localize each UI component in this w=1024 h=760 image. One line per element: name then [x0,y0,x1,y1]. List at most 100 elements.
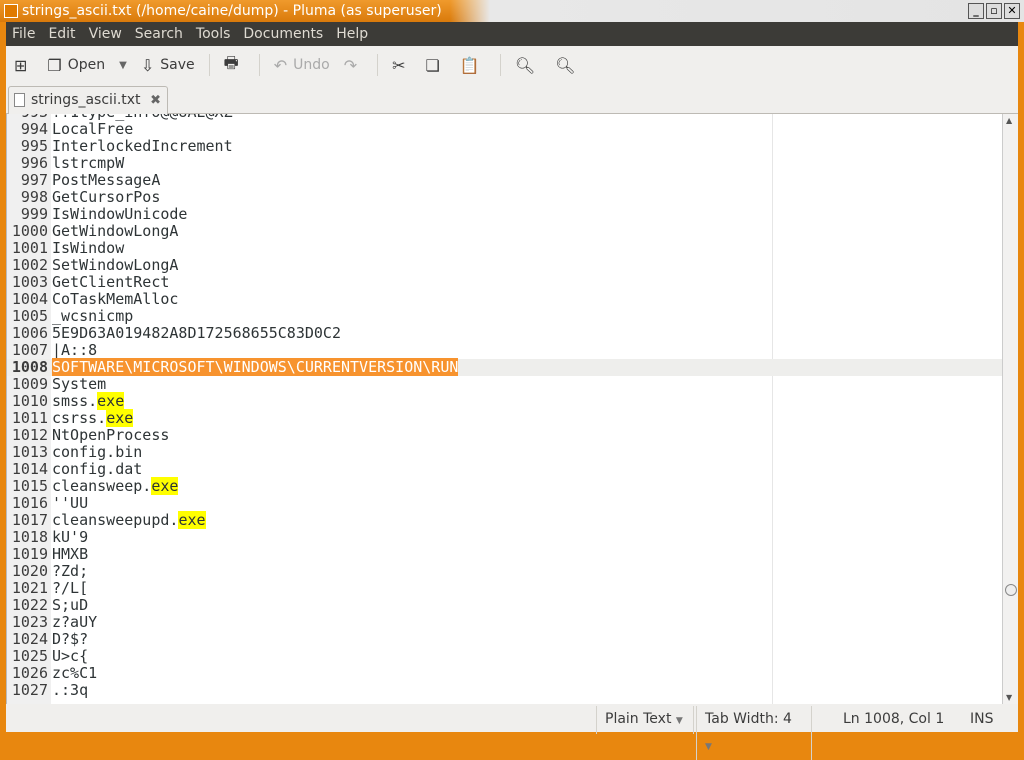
editor-line[interactable]: 1007 |A::8 [7,342,1002,359]
editor-line[interactable]: 1016 ''UU [7,495,1002,512]
text-span: S;uD [52,596,89,614]
line-number: 1008 [11,358,48,376]
editor-line[interactable]: 1006 5E9D63A019482A8D172568655C83D0C2 [7,325,1002,342]
editor-line[interactable]: 998 GetCursorPos [7,189,1002,206]
tab-close-icon[interactable]: ✖ [150,87,161,114]
editor-line[interactable]: 1023 z?aUY [7,614,1002,631]
line-text: config.dat [51,461,142,478]
editor-line[interactable]: 1008 SOFTWARE\MICROSOFT\WINDOWS\CURRENTVE… [7,358,1002,376]
line-number: 1024 [11,630,48,648]
editor-line[interactable]: 1005 _wcsnicmp [7,308,1002,325]
scrollbar-thumb[interactable] [1005,584,1017,596]
save-button[interactable]: ⇩ Save [141,56,195,75]
find-replace-button[interactable]: 🔍︎ [555,56,581,75]
menu-edit[interactable]: Edit [48,22,75,46]
text-span: lstrcmpW [52,154,125,172]
text-span: HMXB [52,545,89,563]
menu-view[interactable]: View [89,22,122,46]
editor-line[interactable]: 1017 cleansweepupd.exe [7,511,1002,529]
editor-line[interactable]: 1021 ?/L[ [7,580,1002,597]
line-number: 1010 [11,392,48,410]
language-selector[interactable]: Plain Text ▼ [596,706,694,734]
copy-button[interactable]: ❏ [426,56,446,75]
menu-documents[interactable]: Documents [243,22,323,46]
line-number: 1009 [11,375,48,393]
line-text: GetWindowLongA [51,223,178,240]
editor-line[interactable]: 1003 GetClientRect [7,274,1002,291]
menu-search[interactable]: Search [135,22,183,46]
line-text: ?Zd; [51,563,88,580]
editor-line[interactable]: 1012 NtOpenProcess [7,427,1002,444]
paste-button[interactable]: 📋 [460,56,486,75]
maximize-button[interactable]: ▫ [986,3,1002,19]
menu-tools[interactable]: Tools [196,22,231,46]
text-span: z?aUY [52,613,98,631]
line-text: LocalFree [51,121,133,138]
text-span: config.bin [52,443,143,461]
editor-line[interactable]: 995 InterlockedIncrement [7,138,1002,155]
editor-line[interactable]: 997 PostMessageA [7,172,1002,189]
editor-line[interactable]: 1018 kU'9 [7,529,1002,546]
editor-line[interactable]: 1026 zc%C1 [7,665,1002,682]
menu-file[interactable]: File [12,22,35,46]
undo-button[interactable]: ↶ Undo [274,56,330,75]
text-span: NtOpenProcess [52,426,170,444]
line-text: ''UU [51,495,88,512]
editor-line[interactable]: 994 LocalFree [7,121,1002,138]
line-text: cleansweep.exe [51,477,179,495]
new-button[interactable]: ⊞ [14,56,33,75]
editor-line[interactable]: 1009 System [7,376,1002,393]
text-span: kU'9 [52,528,89,546]
editor-line[interactable]: 1014 config.dat [7,461,1002,478]
editor-line[interactable]: 1015 cleansweep.exe [7,477,1002,495]
title-bar: strings_ascii.txt (/home/caine/dump) - P… [0,0,1024,22]
line-text: cleansweepupd.exe [51,511,206,529]
tab-width-selector[interactable]: Tab Width: 4 ▼ [696,706,812,760]
editor-line[interactable]: 1000 GetWindowLongA [7,223,1002,240]
text-span: _wcsnicmp [52,307,134,325]
search-match: exe [106,409,134,427]
scroll-down-icon[interactable]: ▼ [1006,693,1012,702]
line-text: 5E9D63A019482A8D172568655C83D0C2 [51,325,341,342]
open-button[interactable]: ❐ Open [47,56,105,75]
open-recent-dropdown[interactable]: ▼ [119,60,127,71]
editor-line[interactable]: 1019 HMXB [7,546,1002,563]
line-number: 1001 [11,239,48,257]
vertical-scrollbar[interactable]: ▲ ▼ [1002,114,1018,704]
cut-button[interactable]: ✂ [392,56,411,75]
tab-strings-ascii[interactable]: strings_ascii.txt ✖ [8,86,168,115]
text-editor[interactable]: 993??1type_info@@UAE@XZ994LocalFree995In… [6,114,1002,704]
editor-line[interactable]: 1002 SetWindowLongA [7,257,1002,274]
scroll-up-icon[interactable]: ▲ [1006,116,1012,125]
editor-line[interactable]: 1011 csrss.exe [7,409,1002,427]
text-span: ''UU [52,494,89,512]
line-number: 995 [20,137,48,155]
line-text: ?/L[ [51,580,88,597]
editor-line[interactable]: 999 IsWindowUnicode [7,206,1002,223]
editor-line[interactable]: 1004 CoTaskMemAlloc [7,291,1002,308]
new-document-icon: ⊞ [14,55,28,75]
redo-button[interactable]: ↷ [344,56,363,75]
editor-line[interactable]: 1025 U>c{ [7,648,1002,665]
line-number: 1018 [11,528,48,546]
editor-line[interactable]: 996 lstrcmpW [7,155,1002,172]
tab-bar: strings_ascii.txt ✖ [6,84,1018,115]
search-match: exe [151,477,179,495]
editor-line[interactable]: 1022 S;uD [7,597,1002,614]
insert-mode: INS [970,711,994,727]
editor-line[interactable]: 1024 D?$? [7,631,1002,648]
editor-line[interactable]: 993??1type_info@@UAE@XZ [7,114,1002,121]
print-button[interactable]: 🖶 [224,52,245,79]
editor-line[interactable]: 1027 .:3q [7,682,1002,699]
menu-help[interactable]: Help [336,22,368,46]
close-button[interactable]: ✕ [1004,3,1020,19]
editor-line[interactable]: 1020 ?Zd; [7,563,1002,580]
editor-line[interactable]: 1001 IsWindow [7,240,1002,257]
editor-line[interactable]: 1013 config.bin [7,444,1002,461]
text-span: System [52,375,107,393]
line-text: IsWindow [51,240,124,257]
minimize-button[interactable]: _ [968,3,984,19]
line-number: 1022 [11,596,48,614]
find-button[interactable]: 🔍︎ [515,56,541,75]
editor-line[interactable]: 1010 smss.exe [7,392,1002,410]
